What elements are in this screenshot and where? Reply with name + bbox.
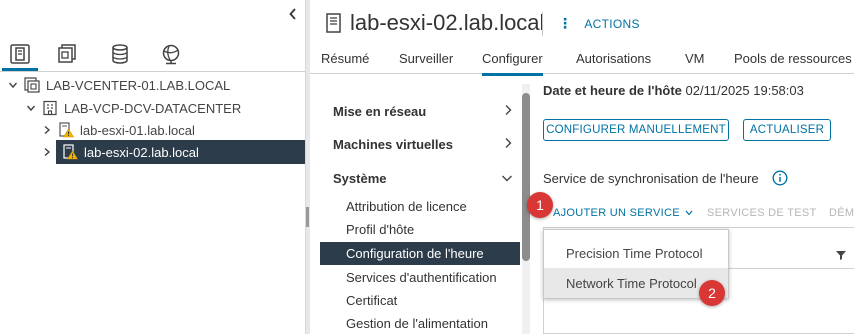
nav-group-label: Mise en réseau	[333, 103, 427, 119]
chevron-right-icon	[503, 104, 513, 119]
nav-item-licensing[interactable]: Attribution de licence	[320, 195, 520, 218]
tree-node-esxi-02[interactable]: lab-esxi-02.lab.local	[40, 140, 305, 164]
actions-menu-button[interactable]: ⋮ ACTIONS	[558, 15, 640, 32]
tab-permissions[interactable]: Autorisations	[576, 51, 651, 66]
tree-node-esxi-01[interactable]: lab-esxi-01.lab.local	[40, 118, 305, 142]
tab-resource-pools[interactable]: Pools de ressources	[734, 51, 852, 66]
database-icon	[112, 44, 128, 64]
nav-item-time-configuration[interactable]: Configuration de l'heure	[320, 242, 520, 265]
chevron-down-icon[interactable]	[24, 103, 38, 113]
globe-network-icon	[162, 44, 180, 65]
truncated-toolbar-button[interactable]: DÉM	[829, 207, 854, 219]
nav-item-host-profile[interactable]: Profil d'hôte	[320, 218, 520, 241]
tree-node-label: lab-esxi-01.lab.local	[80, 122, 195, 138]
chevron-down-icon	[501, 171, 513, 186]
tab-monitor[interactable]: Surveiller	[399, 51, 453, 66]
datacenter-icon	[42, 100, 58, 116]
nav-group-system[interactable]: Système	[333, 166, 513, 190]
nav-item-power-management[interactable]: Gestion de l'alimentation	[320, 312, 520, 334]
tree-node-label: LAB-VCP-DCV-DATACENTER	[64, 100, 242, 116]
inventory-pane: LAB-VCENTER-01.LAB.LOCAL LAB-VCP-DCV-DAT…	[0, 0, 305, 334]
host-warning-icon	[62, 144, 78, 160]
networking-view-tab[interactable]	[159, 42, 183, 66]
splitter-grip[interactable]	[306, 207, 309, 227]
title-divider	[542, 12, 543, 36]
info-icon[interactable]	[772, 170, 788, 186]
chevron-right-icon	[503, 137, 513, 152]
host-warning-icon	[58, 122, 74, 138]
chevron-down-icon	[685, 207, 693, 219]
nav-group-networking[interactable]: Mise en réseau	[333, 99, 513, 123]
nav-group-label: Machines virtuelles	[333, 136, 453, 152]
nav-group-label: Système	[333, 170, 387, 186]
chevron-right-icon[interactable]	[40, 125, 54, 135]
host-date-label: Date et heure de l'hôte	[543, 83, 682, 98]
inventory-view-tabs	[0, 38, 305, 72]
nav-item-certificate[interactable]: Certificat	[320, 289, 520, 312]
tab-vms[interactable]: VM	[685, 51, 705, 66]
step-badge: 2	[699, 280, 725, 306]
host-date-value: 02/11/2025 19:58:03	[685, 83, 804, 98]
hosts-clusters-view-tab[interactable]	[2, 42, 38, 71]
nav-scrollbar-thumb[interactable]	[522, 93, 530, 261]
tree-node-label: lab-esxi-02.lab.local	[84, 144, 199, 160]
time-sync-service-label: Service de synchronisation de l'heure	[543, 171, 759, 186]
chevron-right-icon[interactable]	[40, 147, 54, 157]
host-icon	[324, 13, 344, 33]
kebab-menu-icon: ⋮	[558, 15, 573, 31]
step-badge: 1	[527, 192, 553, 218]
add-service-label: AJOUTER UN SERVICE	[553, 207, 680, 219]
page-title: lab-esxi-02.lab.local	[324, 10, 544, 36]
hosts-clusters-icon	[10, 44, 30, 64]
add-service-button[interactable]: AJOUTER UN SERVICE	[553, 207, 693, 219]
host-name: lab-esxi-02.lab.local	[350, 10, 545, 35]
configure-manually-button[interactable]: CONFIGURER MANUELLEMENT	[543, 119, 729, 141]
tree-node-datacenter[interactable]: LAB-VCP-DCV-DATACENTER	[24, 96, 241, 120]
option-precision-time-protocol[interactable]: Precision Time Protocol	[544, 238, 728, 268]
chevron-left-icon	[289, 8, 296, 20]
chevron-down-icon[interactable]	[6, 80, 20, 90]
vcenter-icon	[24, 77, 40, 93]
storage-view-tab[interactable]	[108, 42, 132, 66]
collapse-pane-button[interactable]	[286, 6, 300, 22]
nav-item-authentication-services[interactable]: Services d'authentification	[320, 266, 520, 289]
vms-templates-view-tab[interactable]	[55, 42, 79, 66]
nav-group-virtual-machines[interactable]: Machines virtuelles	[333, 132, 513, 156]
tree-node-vcenter[interactable]: LAB-VCENTER-01.LAB.LOCAL	[6, 73, 230, 97]
refresh-button[interactable]: ACTUALISER	[743, 119, 831, 141]
vms-templates-icon	[58, 44, 76, 63]
object-tabs: Résumé Surveiller Configurer Autorisatio…	[310, 44, 854, 76]
filter-icon[interactable]	[835, 249, 847, 261]
tree-node-label: LAB-VCENTER-01.LAB.LOCAL	[46, 77, 231, 93]
actions-label: ACTIONS	[584, 16, 640, 31]
tab-summary[interactable]: Résumé	[321, 51, 369, 66]
test-services-button[interactable]: SERVICES DE TEST	[707, 207, 817, 219]
tab-configure[interactable]: Configurer	[482, 51, 543, 76]
main-pane: lab-esxi-02.lab.local ⋮ ACTIONS Résumé S…	[310, 0, 854, 334]
selected-host-highlight[interactable]: lab-esxi-02.lab.local	[56, 140, 305, 164]
host-date-time: Date et heure de l'hôte 02/11/2025 19:58…	[543, 83, 804, 98]
